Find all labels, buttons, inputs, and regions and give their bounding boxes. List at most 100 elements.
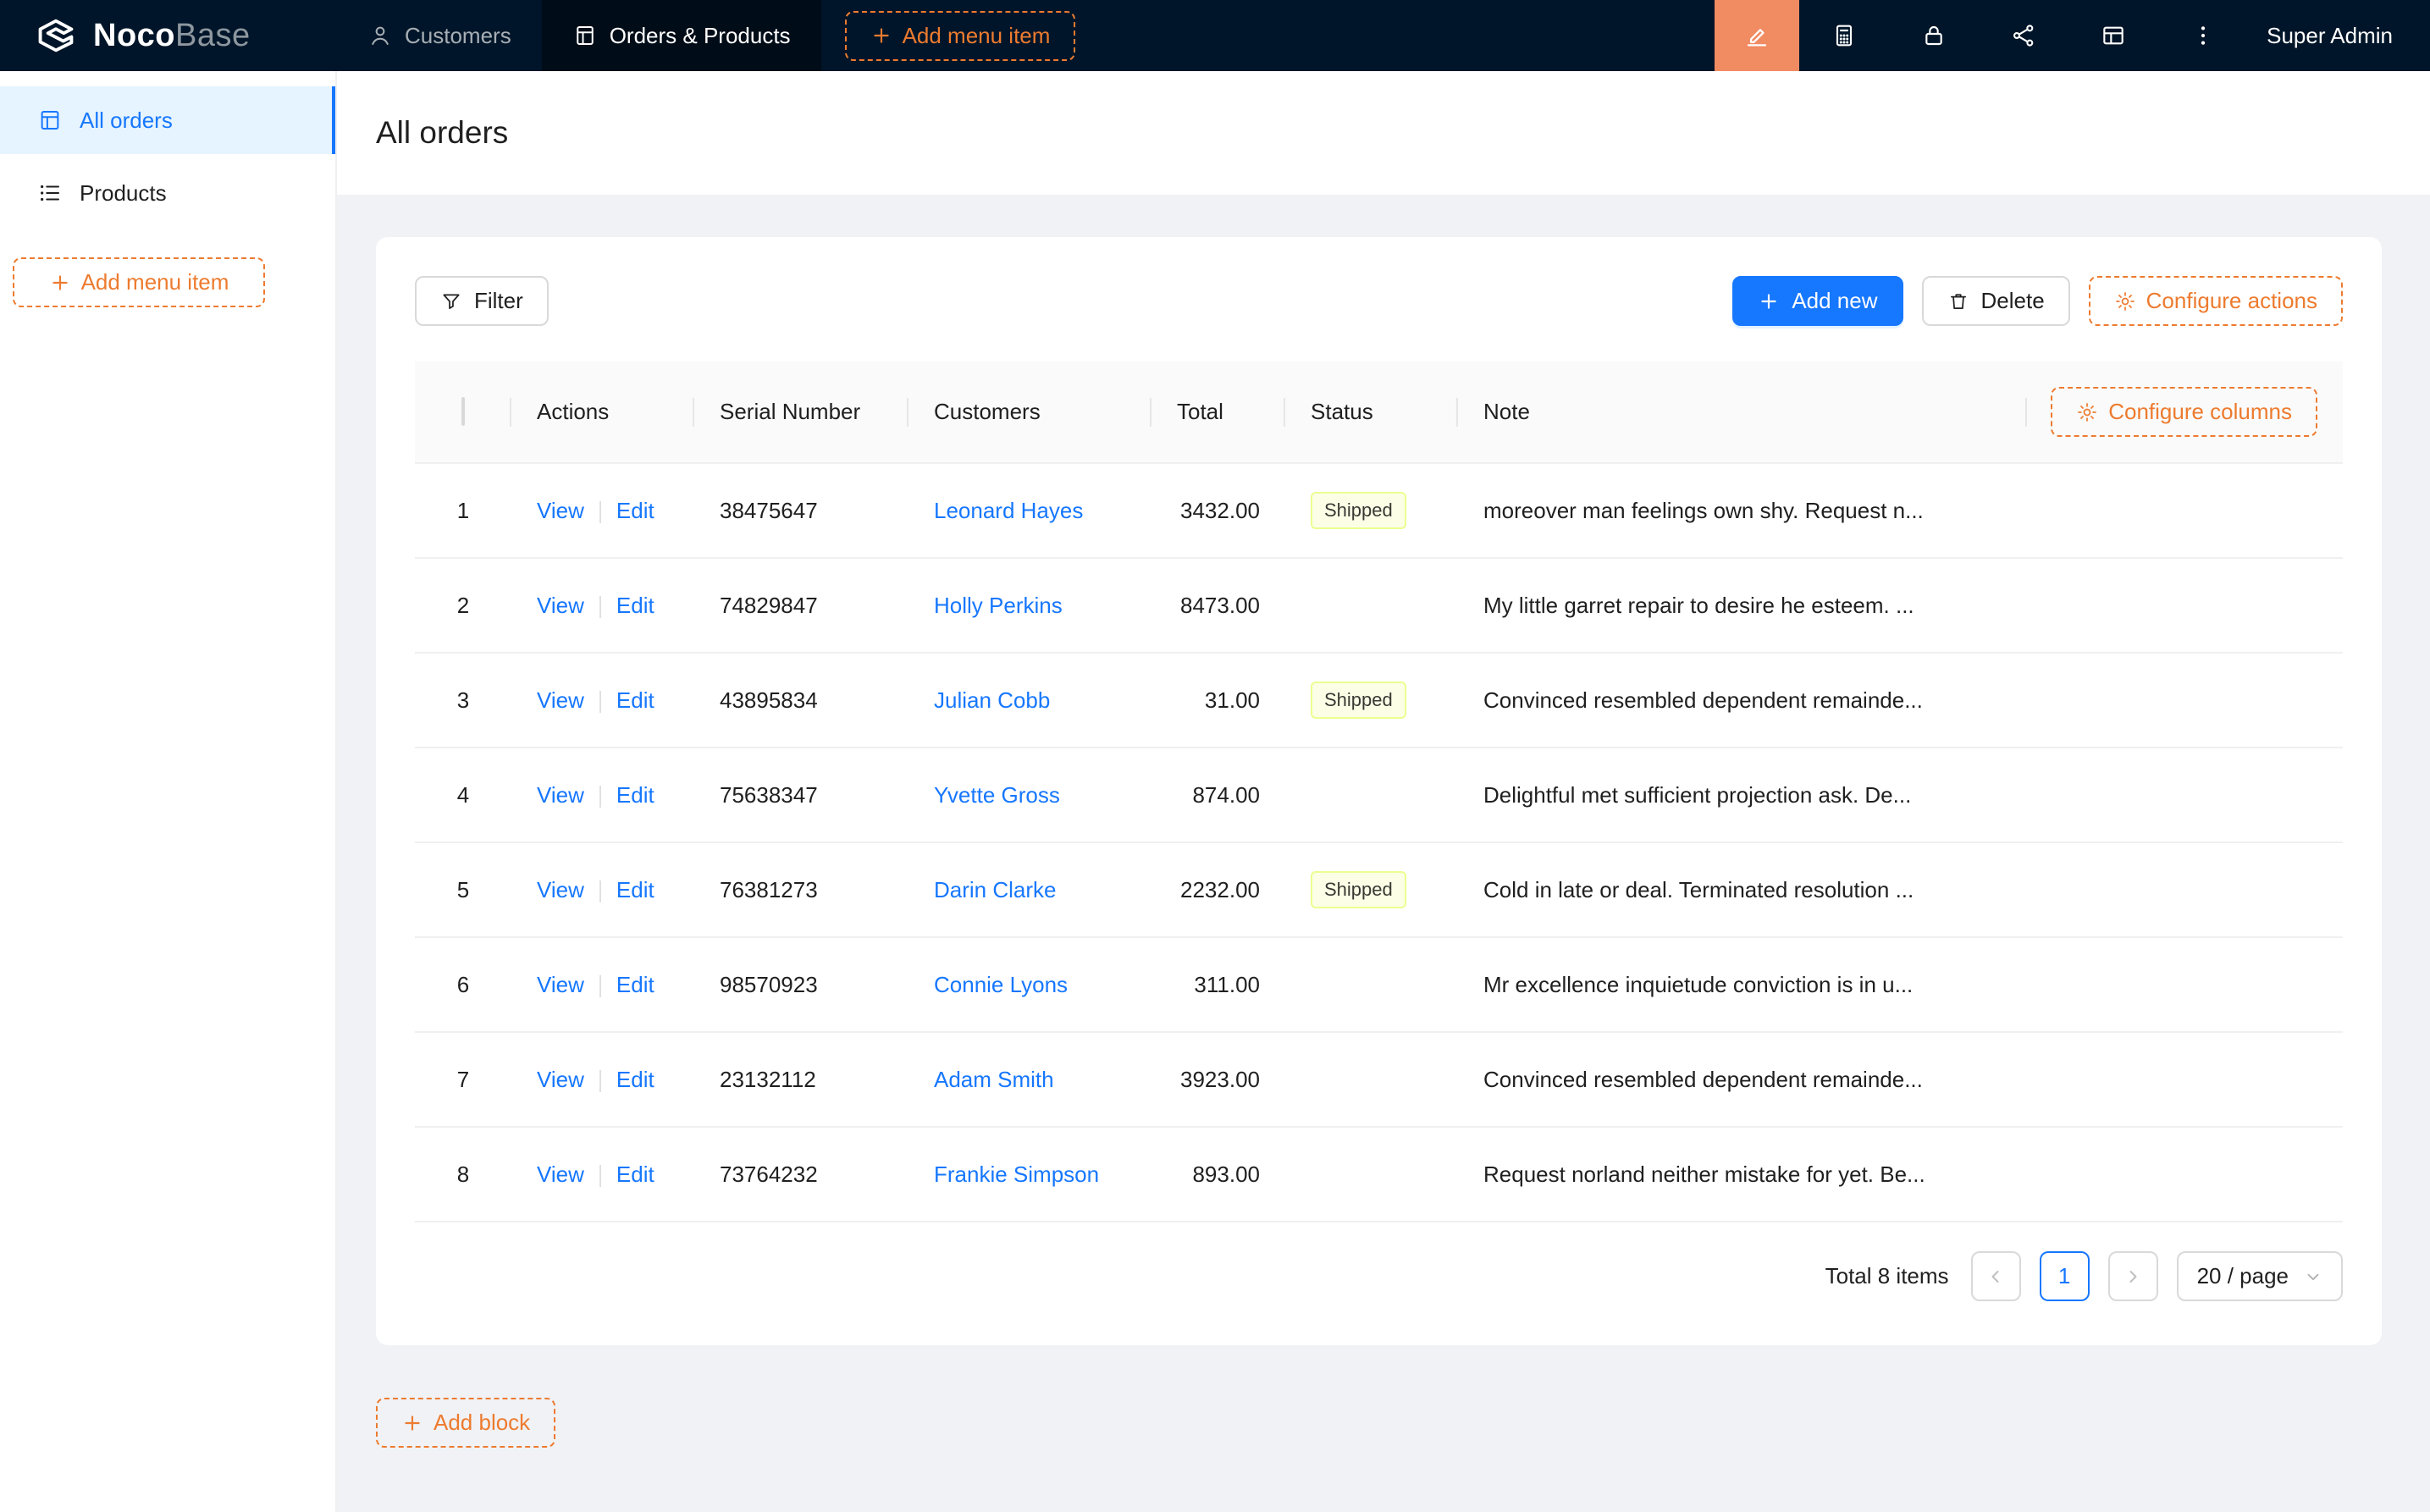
share-icon [2010, 22, 2037, 49]
topbar-add-menu-item-button[interactable]: Add menu item [845, 11, 1076, 61]
total-value: 2232.00 [1180, 877, 1260, 902]
view-link[interactable]: View [537, 687, 584, 713]
row-index: 3 [457, 687, 469, 713]
edit-link[interactable]: Edit [616, 782, 654, 808]
customer-link[interactable]: Julian Cobb [934, 687, 1050, 713]
sidebar-item-products[interactable]: Products [0, 159, 335, 227]
view-link[interactable]: View [537, 1162, 584, 1187]
gear-icon [2076, 401, 2098, 423]
products-icon [37, 180, 63, 206]
serial-number-value: 74829847 [720, 593, 818, 618]
customer-link[interactable]: Connie Lyons [934, 972, 1068, 997]
customer-link[interactable]: Yvette Gross [934, 782, 1060, 808]
note-text: Mr excellence inquietude conviction is i… [1483, 972, 1913, 997]
view-link[interactable]: View [537, 877, 584, 902]
table-toolbar: Filter Add new Delete [415, 276, 2343, 326]
nocobase-logo-icon [34, 14, 78, 58]
status-badge: Shipped [1311, 492, 1406, 529]
nav-orders-products[interactable]: Orders & Products [542, 0, 821, 71]
total-value: 31.00 [1205, 687, 1260, 713]
edit-link[interactable]: Edit [616, 877, 654, 902]
add-block-button[interactable]: Add block [376, 1398, 555, 1448]
note-text: Convinced resembled dependent remainde..… [1483, 1067, 1923, 1092]
serial-number-value: 76381273 [720, 877, 818, 902]
topbar: NocoBase Customers Orders & Products Add… [0, 0, 2430, 71]
plus-icon [49, 272, 71, 294]
row-index: 8 [457, 1162, 469, 1187]
more-icon [2190, 22, 2217, 49]
orders-products-icon [572, 23, 598, 48]
page-number-1[interactable]: 1 [2040, 1251, 2090, 1301]
edit-link[interactable]: Edit [616, 498, 654, 523]
customer-link[interactable]: Adam Smith [934, 1067, 1054, 1092]
status-badge: Shipped [1311, 871, 1406, 908]
total-value: 3432.00 [1180, 498, 1260, 523]
table-row: 3 ViewEdit 43895834 Julian Cobb 31.00 Sh… [415, 653, 2343, 748]
view-link[interactable]: View [537, 972, 584, 997]
topbar-add-menu-item-label: Add menu item [903, 23, 1051, 49]
filter-label: Filter [474, 288, 523, 314]
nav-customers[interactable]: Customers [337, 0, 542, 71]
customers-icon [367, 23, 393, 48]
edit-link[interactable]: Edit [616, 1162, 654, 1187]
layout-button[interactable] [2068, 0, 2158, 71]
row-index: 4 [457, 782, 469, 808]
calculator-button[interactable] [1799, 0, 1889, 71]
configure-columns-button[interactable]: Configure columns [2051, 387, 2317, 437]
next-page-button[interactable] [2108, 1251, 2158, 1301]
customer-link[interactable]: Darin Clarke [934, 877, 1057, 902]
row-index: 5 [457, 877, 469, 902]
edit-link[interactable]: Edit [616, 593, 654, 618]
configure-columns-wrap: Configure columns [2025, 387, 2317, 437]
page-header: All orders [337, 71, 2430, 195]
plus-icon [1758, 290, 1780, 312]
edit-link[interactable]: Edit [616, 1067, 654, 1092]
sidebar-item-all-orders[interactable]: All orders [0, 86, 335, 154]
configure-actions-button[interactable]: Configure actions [2089, 276, 2343, 326]
edit-link[interactable]: Edit [616, 687, 654, 713]
customer-link[interactable]: Frankie Simpson [934, 1162, 1099, 1187]
column-header-actions: Actions [511, 361, 694, 463]
user-menu[interactable]: Super Admin [2248, 0, 2430, 71]
customer-link[interactable]: Leonard Hayes [934, 498, 1083, 523]
column-header-customers: Customers [908, 361, 1151, 463]
all-orders-icon [37, 108, 63, 133]
ui-editor-button[interactable] [1715, 0, 1799, 71]
view-link[interactable]: View [537, 498, 584, 523]
sidebar: All orders Products Add menu item [0, 71, 337, 1512]
previous-page-button[interactable] [1971, 1251, 2021, 1301]
delete-label: Delete [1981, 288, 2045, 314]
page-size-select[interactable]: 20 / page [2177, 1251, 2343, 1301]
filter-button[interactable]: Filter [415, 276, 549, 326]
plus-icon [870, 25, 892, 47]
select-all-checkbox[interactable] [461, 397, 465, 426]
logo-light: Base [175, 18, 251, 53]
edit-link[interactable]: Edit [616, 972, 654, 997]
table-row: 8 ViewEdit 73764232 Frankie Simpson 893.… [415, 1127, 2343, 1222]
note-text: Delightful met sufficient projection ask… [1483, 782, 1911, 808]
action-divider [599, 1070, 601, 1092]
sidebar-add-menu-item-button[interactable]: Add menu item [13, 257, 265, 307]
delete-button[interactable]: Delete [1922, 276, 2070, 326]
share-button[interactable] [1979, 0, 2068, 71]
toolbar-right: Add new Delete Configure actions [1732, 276, 2343, 326]
layout-icon [2100, 22, 2127, 49]
lock-icon [1920, 22, 1947, 49]
view-link[interactable]: View [537, 1067, 584, 1092]
chevron-right-icon [2123, 1266, 2143, 1287]
customer-link[interactable]: Holly Perkins [934, 593, 1063, 618]
content: Filter Add new Delete [337, 195, 2430, 1448]
sidebar-item-label: All orders [80, 108, 173, 134]
note-text: Convinced resembled dependent remainde..… [1483, 687, 1923, 713]
lock-button[interactable] [1889, 0, 1979, 71]
page-size-value: 20 / page [2197, 1263, 2289, 1289]
row-index: 7 [457, 1067, 469, 1092]
view-link[interactable]: View [537, 593, 584, 618]
view-link[interactable]: View [537, 782, 584, 808]
add-new-button[interactable]: Add new [1732, 276, 1903, 326]
orders-card: Filter Add new Delete [376, 237, 2382, 1345]
more-button[interactable] [2158, 0, 2248, 71]
note-text: My little garret repair to desire he est… [1483, 593, 1914, 618]
chevron-down-icon [2304, 1267, 2322, 1286]
action-divider [599, 1165, 601, 1187]
